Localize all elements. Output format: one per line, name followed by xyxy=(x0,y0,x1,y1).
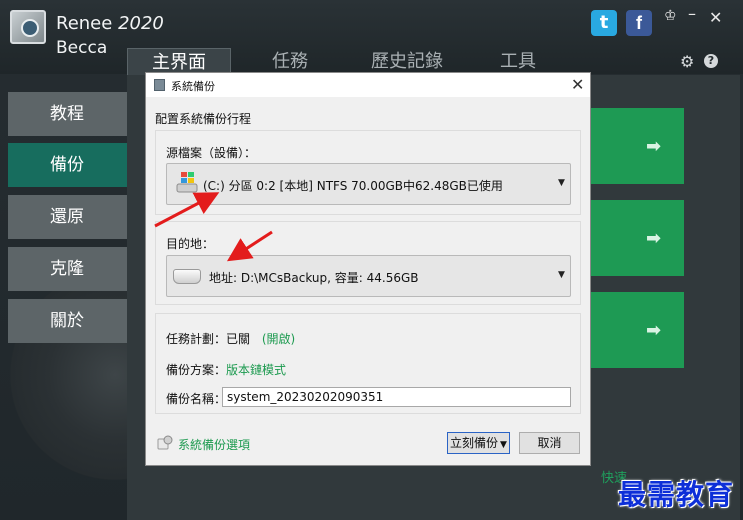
system-backup-options-link[interactable]: 系統備份選項 xyxy=(178,436,250,453)
destination-select[interactable]: 地址: D:\MCsBackup, 容量: 44.56GB ▼ xyxy=(166,255,571,297)
dialog-heading: 配置系統備份行程 xyxy=(155,112,252,126)
gear-icon[interactable]: ⚙ xyxy=(680,52,694,71)
app-logo-icon xyxy=(10,10,46,44)
backup-app-icon xyxy=(154,79,165,91)
destination-value: 地址: D:\MCsBackup, 容量: 44.56GB xyxy=(209,271,419,285)
skin-icon[interactable]: ♔ xyxy=(664,8,677,24)
dropdown-arrow-icon[interactable]: ▼ xyxy=(500,440,507,450)
dialog-title: 系統備份 xyxy=(171,80,215,93)
scheme-row: 備份方案：版本鏈模式 xyxy=(166,361,286,378)
scheme-link[interactable]: 版本鏈模式 xyxy=(226,363,286,377)
backup-now-button[interactable]: 立刻備份 ▼ xyxy=(447,432,510,454)
cancel-button[interactable]: 取消 xyxy=(519,432,580,454)
backup-name-input[interactable] xyxy=(222,387,571,407)
schedule-label: 任務計劃：已關 xyxy=(166,332,251,346)
backup-now-label: 立刻備份 xyxy=(450,436,499,450)
help-icon[interactable]: ? xyxy=(704,54,718,68)
sidebar-item-clone[interactable]: 克隆 xyxy=(8,247,127,291)
destination-label: 目的地： xyxy=(166,237,215,251)
options-icon xyxy=(157,435,173,450)
twitter-icon[interactable]: t xyxy=(591,10,617,36)
watermark-text: 最需教育 xyxy=(618,478,735,511)
backup-name-label: 備份名稱： xyxy=(166,392,227,406)
schedule-row: 任務計劃：已關 (開啟) xyxy=(166,330,295,347)
sidebar-item-about[interactable]: 關於 xyxy=(8,299,127,343)
close-icon[interactable]: ✕ xyxy=(709,8,722,27)
system-backup-dialog: 系統備份 ✕ 配置系統備份行程 源檔案（設備）： (C:) 分區 0:2 [本地… xyxy=(145,72,591,466)
source-value: (C:) 分區 0:2 [本地] NTFS 70.00GB中62.48GB已使用 xyxy=(203,179,503,193)
title-bar: Renee 2020 Becca t f ♔ – ✕ 主界面 任務 歷史記錄 工… xyxy=(0,0,743,76)
dialog-title-bar: 系統備份 ✕ xyxy=(146,73,590,97)
backup-tile-3[interactable]: ➡ xyxy=(590,292,684,368)
destination-group: 目的地： 地址: D:\MCsBackup, 容量: 44.56GB ▼ xyxy=(155,221,581,305)
hard-disk-icon xyxy=(173,269,201,284)
sidebar-item-backup[interactable]: 備份 xyxy=(8,143,130,187)
app-name: Renee 2020 xyxy=(56,13,164,35)
app-name-text: Renee xyxy=(56,13,113,34)
app-subtitle: Becca xyxy=(56,38,108,58)
settings-group: 任務計劃：已關 (開啟) 備份方案：版本鏈模式 備份名稱： xyxy=(155,313,581,414)
chevron-down-icon: ▼ xyxy=(558,270,565,280)
source-select[interactable]: (C:) 分區 0:2 [本地] NTFS 70.00GB中62.48GB已使用… xyxy=(166,163,571,205)
backup-tile-1[interactable]: ➡ xyxy=(590,108,684,184)
arrow-right-icon: ➡ xyxy=(646,136,662,157)
facebook-icon[interactable]: f xyxy=(626,10,652,36)
dialog-close-icon[interactable]: ✕ xyxy=(571,75,584,94)
source-group: 源檔案（設備）： (C:) 分區 0:2 [本地] NTFS 70.00GB中6… xyxy=(155,130,581,215)
sidebar-item-tutorial[interactable]: 教程 xyxy=(8,92,127,136)
sidebar-item-restore[interactable]: 還原 xyxy=(8,195,127,239)
arrow-right-icon: ➡ xyxy=(646,320,662,341)
backup-tile-2[interactable]: ➡ xyxy=(590,200,684,276)
arrow-right-icon: ➡ xyxy=(646,228,662,249)
windows-drive-icon xyxy=(176,172,198,193)
app-version: 2020 xyxy=(118,13,164,34)
scheme-label: 備份方案： xyxy=(166,363,227,377)
schedule-enable-link[interactable]: (開啟) xyxy=(262,332,295,346)
chevron-down-icon: ▼ xyxy=(558,178,565,188)
minimize-icon[interactable]: – xyxy=(688,4,696,23)
source-label: 源檔案（設備）： xyxy=(166,146,257,160)
